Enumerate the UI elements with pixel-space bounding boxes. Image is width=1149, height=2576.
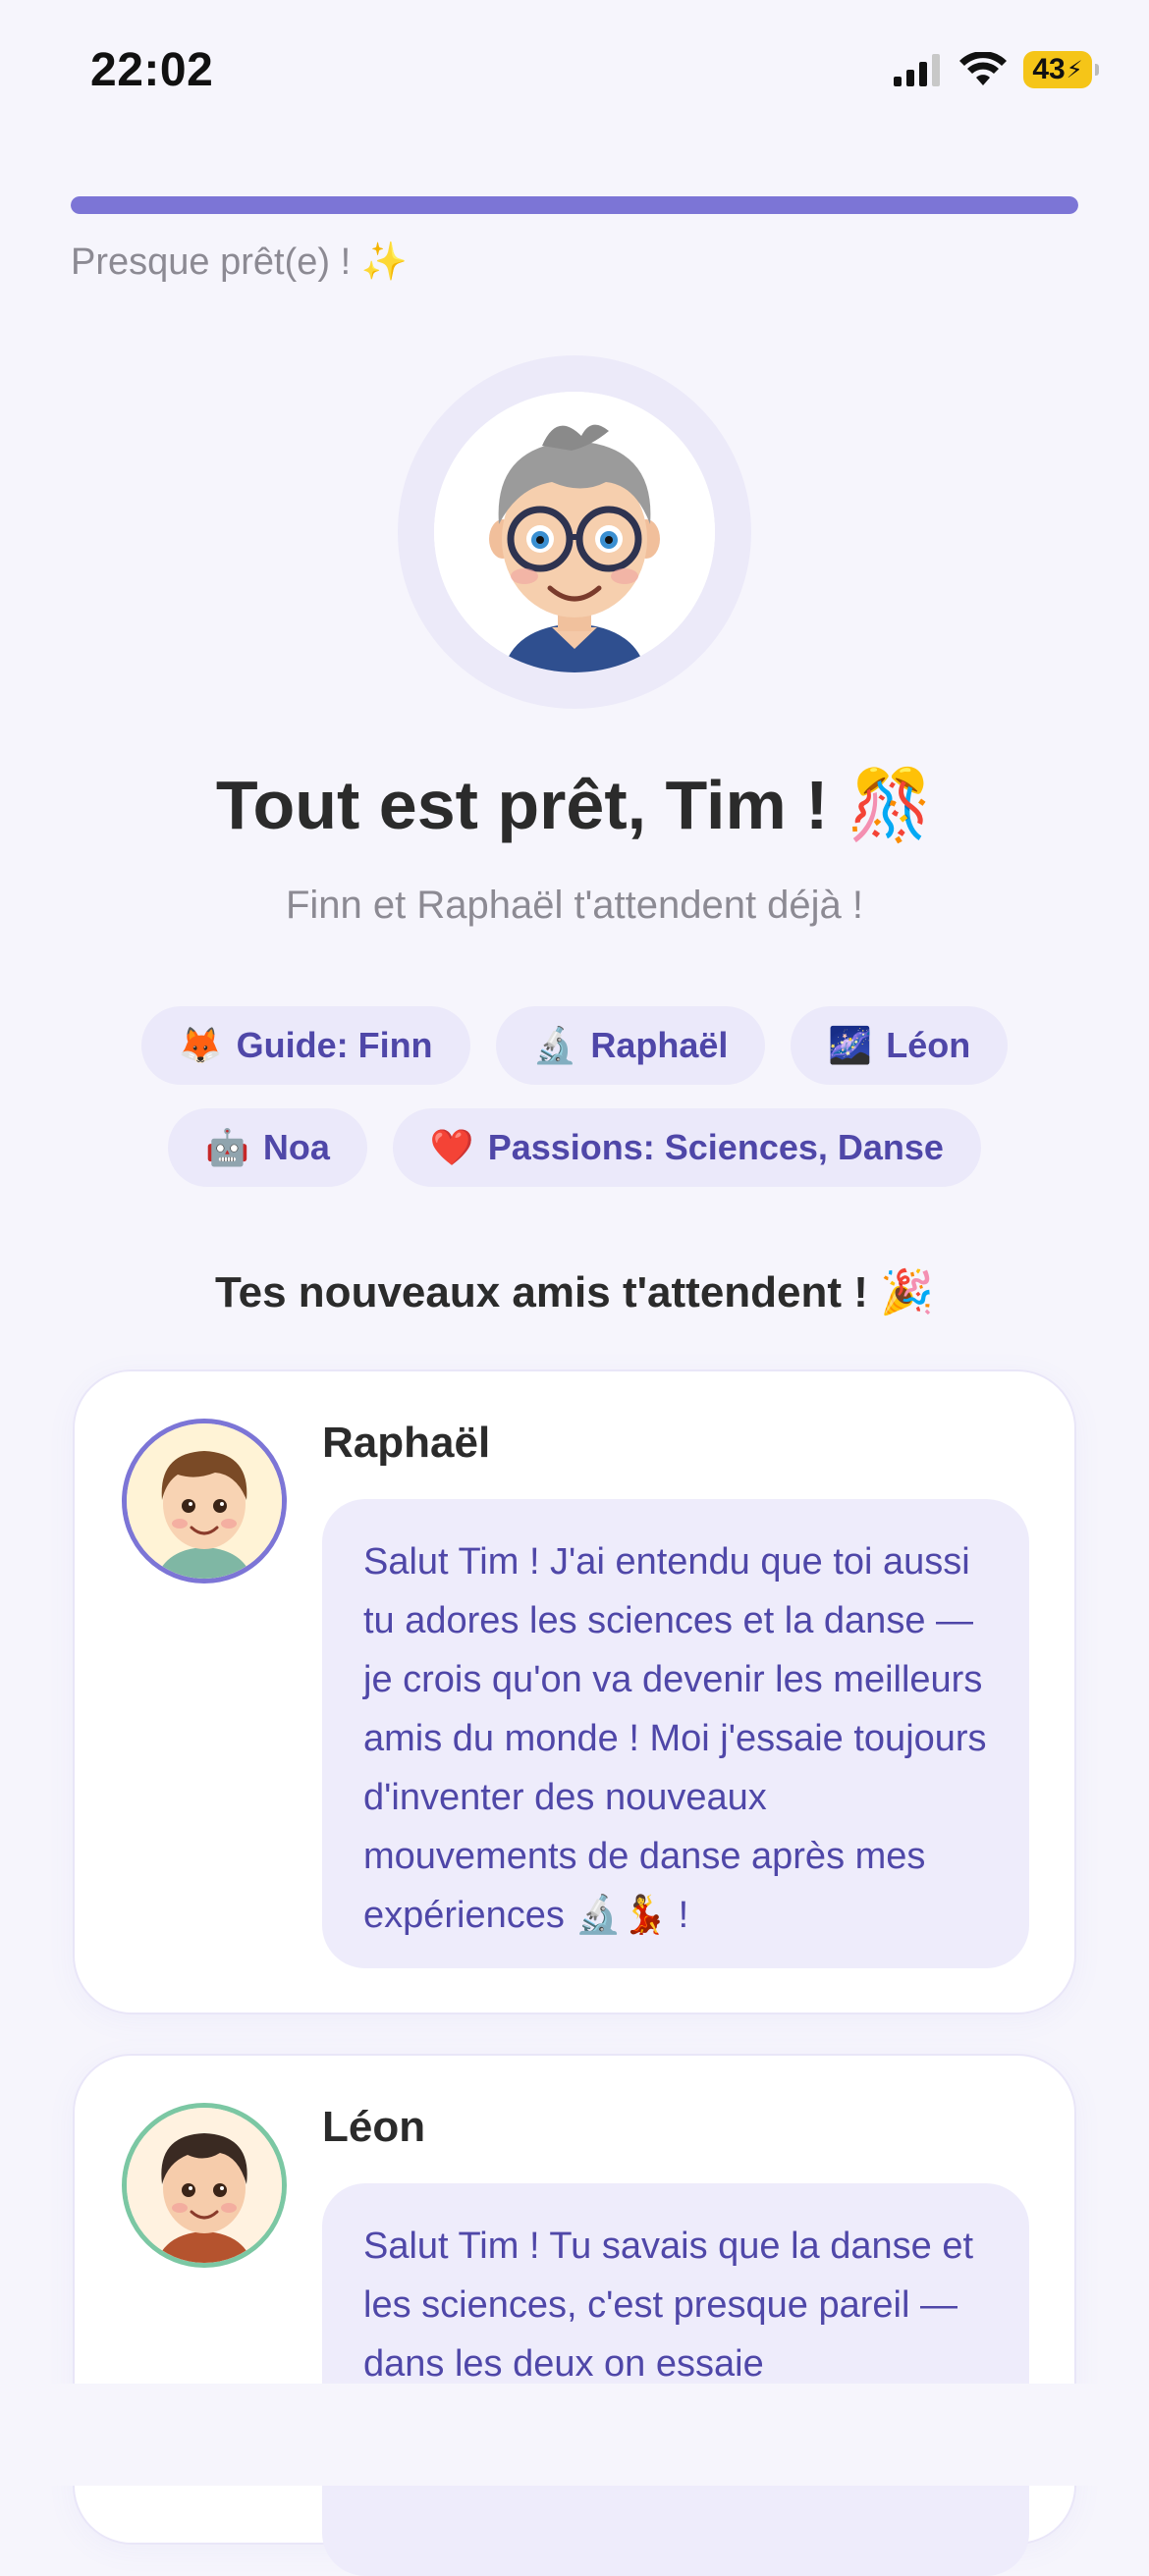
progress-label: Presque prêt(e) ! ✨ (71, 242, 409, 283)
chip-label: Léon (886, 1025, 971, 1065)
signal-icon (894, 54, 940, 86)
chip-friend-leon: 🌌 Léon (791, 1006, 1009, 1085)
status-time: 22:02 (90, 44, 214, 96)
chip-label: Guide: Finn (236, 1025, 433, 1065)
charging-bolt-icon: ⚡ (1066, 56, 1083, 83)
profile-avatar (434, 392, 715, 672)
chip-friend-raphael: 🔬 Raphaël (495, 1006, 766, 1085)
galaxy-icon: 🌌 (828, 1025, 873, 1065)
avatar (122, 2103, 287, 2268)
friends-section-title: Tes nouveaux amis t'attendent ! 🎉 (215, 1268, 934, 1316)
avatar (122, 1419, 287, 1583)
status-icons: 43 ⚡ (894, 51, 1099, 88)
chip-friend-noa: 🤖 Noa (168, 1108, 367, 1187)
microscope-icon: 🔬 (532, 1025, 577, 1065)
chip-guide: 🦊 Guide: Finn (140, 1006, 470, 1085)
wifi-icon (959, 52, 1007, 85)
chip-passions: ❤️ Passions: Sciences, Danse (392, 1108, 981, 1187)
profile-avatar-ring (398, 355, 751, 709)
fox-icon: 🦊 (178, 1025, 223, 1065)
summary-chips: 🦊 Guide: Finn 🔬 Raphaël 🌌 Léon 🤖 Noa ❤️ … (98, 1006, 1051, 1187)
page-title: Tout est prêt, Tim ! 🎊 (215, 767, 934, 843)
boy-avatar-illustration (127, 2108, 282, 2263)
page-subtitle: Finn et Raphaël t'attendent déjà ! (285, 884, 864, 927)
friend-message-bubble: Salut Tim ! J'ai entendu que toi aussi t… (322, 1499, 1029, 1968)
heart-icon: ❤️ (429, 1127, 474, 1167)
friend-name: Léon (322, 2103, 426, 2151)
status-bar: 22:02 43 ⚡ (0, 0, 1149, 137)
chip-label: Raphaël (590, 1025, 729, 1065)
boy-avatar-illustration (127, 1423, 282, 1579)
bottom-safe-area (0, 2384, 1149, 2486)
chip-label: Noa (262, 1127, 330, 1167)
progress-fill (71, 196, 1078, 214)
friend-card-raphael: Raphaël Salut Tim ! J'ai entendu que toi… (73, 1369, 1076, 2014)
battery-level: 43 (1032, 53, 1066, 85)
friend-message-bubble: Salut Tim ! Tu savais que la danse et le… (322, 2183, 1029, 2576)
robot-icon: 🤖 (205, 1127, 249, 1167)
friend-name: Raphaël (322, 1419, 491, 1467)
progress-bar (71, 196, 1078, 214)
battery-indicator: 43 ⚡ (1023, 51, 1099, 88)
grandpa-avatar-illustration (434, 392, 715, 672)
chip-label: Passions: Sciences, Danse (487, 1127, 944, 1167)
